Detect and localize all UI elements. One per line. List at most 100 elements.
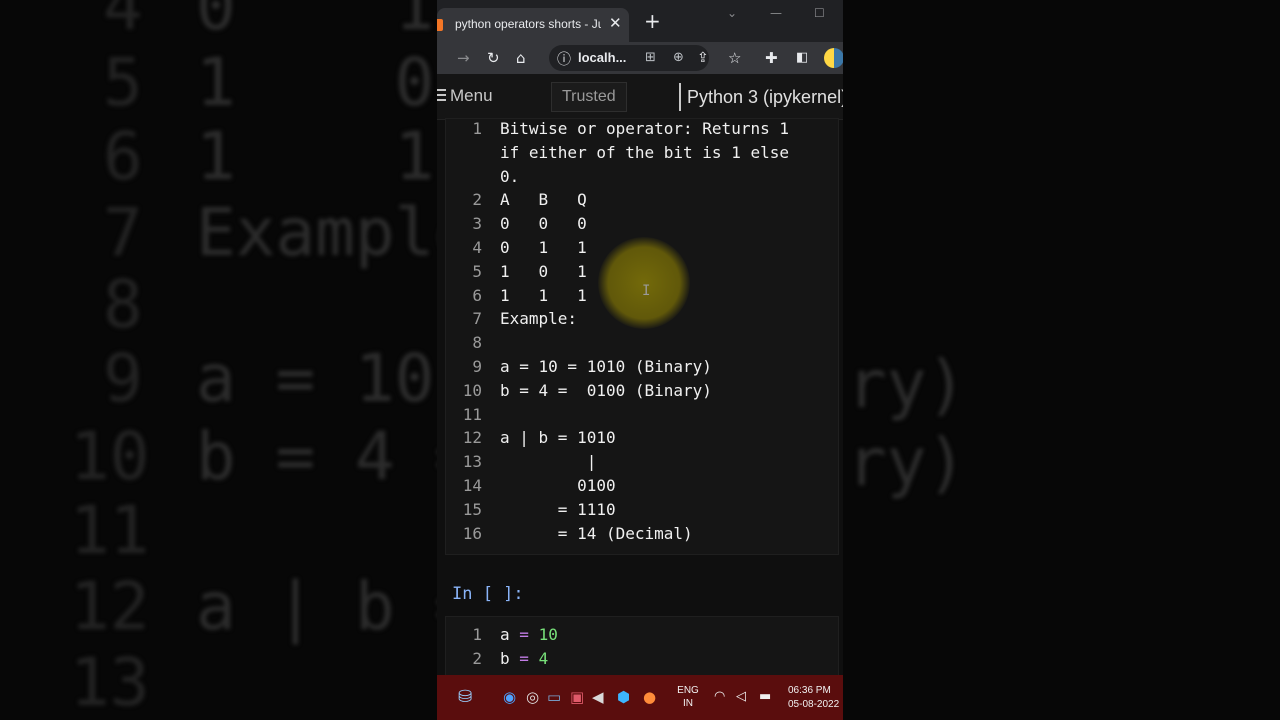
assignment-operator: = — [519, 648, 529, 668]
kernel-name[interactable]: Python 3 (ipykernel) — [679, 83, 843, 111]
region-code: IN — [683, 698, 693, 709]
forward-icon[interactable]: → — [457, 48, 470, 68]
markdown-line: A B Q — [500, 190, 587, 210]
line-number: 4 — [472, 238, 482, 257]
line-number: 6 — [472, 285, 482, 305]
background-line-number: 5 — [103, 44, 143, 121]
markdown-line: = 1110 — [500, 499, 616, 519]
line-number: 2 — [472, 190, 482, 210]
minimize-icon[interactable]: — — [770, 6, 782, 20]
store-icon[interactable]: ⛁ — [458, 688, 472, 706]
markdown-line: 1 0 1 — [500, 261, 587, 281]
jupyter-header: Menu Trusted Python 3 (ipykernel) — [437, 74, 843, 120]
wifi-icon[interactable]: ◠ — [714, 688, 725, 706]
markdown-line: 0 1 1 — [500, 238, 587, 257]
line-number: 10 — [462, 380, 482, 400]
close-tab-icon[interactable]: ✕ — [609, 14, 622, 32]
line-number: 2 — [472, 648, 482, 668]
markdown-cell[interactable]: I 1 Bitwise or operator: Returns 1 if eith… — [445, 118, 839, 555]
language-indicator[interactable]: ENG IN — [675, 684, 701, 710]
translate-icon[interactable]: ⊞ — [645, 50, 656, 65]
background-line-number: 13 — [70, 644, 150, 720]
background-right-text: ry) — [847, 424, 967, 501]
number-literal: 10 — [538, 625, 558, 644]
extensions-icon[interactable]: ✚ — [765, 48, 778, 68]
windows-taskbar: ⛁ ◉ ◎ ▭ ▣ ◀ ⬢ ● ENG IN ◠ ◁ ▬ 06:36 PM 05… — [437, 675, 843, 720]
tab-title: python operators shorts - Jupyter — [455, 17, 601, 31]
browser-tab[interactable]: python operators shorts - Jupyter ✕ — [437, 8, 629, 42]
markdown-line: Example: — [500, 309, 578, 329]
markdown-line: | — [500, 452, 597, 472]
menu-icon[interactable] — [437, 89, 446, 103]
markdown-line: 0. — [500, 166, 520, 186]
menu-button[interactable]: Menu — [450, 86, 493, 106]
maximize-icon[interactable]: ☐ — [814, 6, 825, 20]
time-text: 06:36 PM — [788, 685, 831, 696]
line-number: 14 — [462, 476, 482, 495]
variable-name: b — [500, 648, 510, 668]
input-prompt: In [ ]: — [452, 584, 524, 604]
background-line-number: 10 — [70, 418, 150, 495]
markdown-line: 0 0 0 — [500, 214, 587, 234]
date-text: 05-08-2022 — [788, 699, 840, 710]
markdown-line: a | b = 1010 — [500, 428, 616, 448]
volume-icon[interactable]: ◁ — [736, 688, 746, 706]
line-number: 7 — [472, 309, 482, 329]
microphone-icon[interactable]: ● — [643, 688, 656, 706]
browser-icon[interactable]: ◉ — [503, 688, 516, 706]
background-line-number: 6 — [103, 118, 143, 195]
notebook-area: I 1 Bitwise or operator: Returns 1 if eith… — [437, 118, 843, 686]
reload-icon[interactable]: ↻ — [487, 48, 500, 68]
screen-recording: python operators shorts - Jupyter ✕ + ⌄ … — [437, 0, 843, 720]
variable-name: a — [500, 625, 510, 644]
zoom-icon[interactable]: ⊕ — [673, 50, 684, 65]
background-line-text: a = 10 — [196, 340, 435, 417]
background-line-number: 8 — [103, 266, 143, 343]
battery-icon[interactable]: ▬ — [759, 688, 771, 706]
browser-toolbar: → ↻ ⌂ ⓘ localh... ⊞ ⊕ ⇪ ☆ ✚ ◧ — [437, 42, 843, 74]
markdown-line: a = 10 = 1010 (Binary) — [500, 357, 712, 376]
background-line-number: 4 — [103, 0, 143, 45]
background-line-text: 1 1 — [196, 118, 435, 195]
clock[interactable]: 06:36 PM 05-08-2022 — [788, 684, 839, 712]
recorder-icon[interactable]: ▣ — [570, 688, 584, 706]
line-number: 8 — [472, 333, 482, 353]
tab-search-icon[interactable]: ⌄ — [727, 6, 737, 20]
address-bar[interactable]: ⓘ localh... ⊞ ⊕ — [549, 45, 709, 71]
code-line: a = 10 — [500, 623, 558, 647]
markdown-line: Bitwise or operator: Returns 1 — [500, 119, 789, 138]
line-number: 1 — [472, 119, 482, 138]
url-text: localh... — [578, 50, 627, 65]
background-line-text: a | b = — [196, 568, 475, 645]
background-blur-right: ry) ry) — [843, 0, 1280, 720]
text-cursor-icon: I — [642, 283, 651, 299]
background-line-text: 1 0 — [196, 44, 435, 121]
browser-tab-strip: python operators shorts - Jupyter ✕ + ⌄ … — [437, 0, 843, 42]
trusted-indicator[interactable]: Trusted — [551, 82, 627, 112]
chrome-icon[interactable]: ◎ — [526, 688, 539, 706]
profile-avatar[interactable] — [824, 48, 843, 68]
background-line-text: Example — [196, 194, 475, 271]
line-number: 1 — [472, 625, 482, 644]
line-number: 12 — [462, 428, 482, 448]
site-info-icon[interactable]: ⓘ — [557, 49, 571, 69]
home-icon[interactable]: ⌂ — [516, 48, 526, 68]
line-number: 9 — [472, 357, 482, 376]
background-right-text: ry) — [847, 346, 967, 423]
line-number: 15 — [462, 499, 482, 519]
share-icon[interactable]: ⇪ — [697, 48, 709, 68]
new-tab-button[interactable]: + — [644, 11, 661, 31]
markdown-line: if either of the bit is 1 else — [500, 142, 789, 162]
speaker-app-icon[interactable]: ◀ — [592, 688, 604, 706]
markdown-line: 0100 — [500, 476, 616, 495]
sidepanel-icon[interactable]: ◧ — [796, 48, 808, 68]
screen-icon[interactable]: ▭ — [547, 688, 561, 706]
defender-icon[interactable]: ⬢ — [617, 688, 630, 706]
line-number: 11 — [462, 404, 482, 424]
bookmark-star-icon[interactable]: ☆ — [728, 48, 741, 68]
background-line-number: 7 — [103, 194, 143, 271]
markdown-line: b = 4 = 0100 (Binary) — [500, 380, 712, 400]
